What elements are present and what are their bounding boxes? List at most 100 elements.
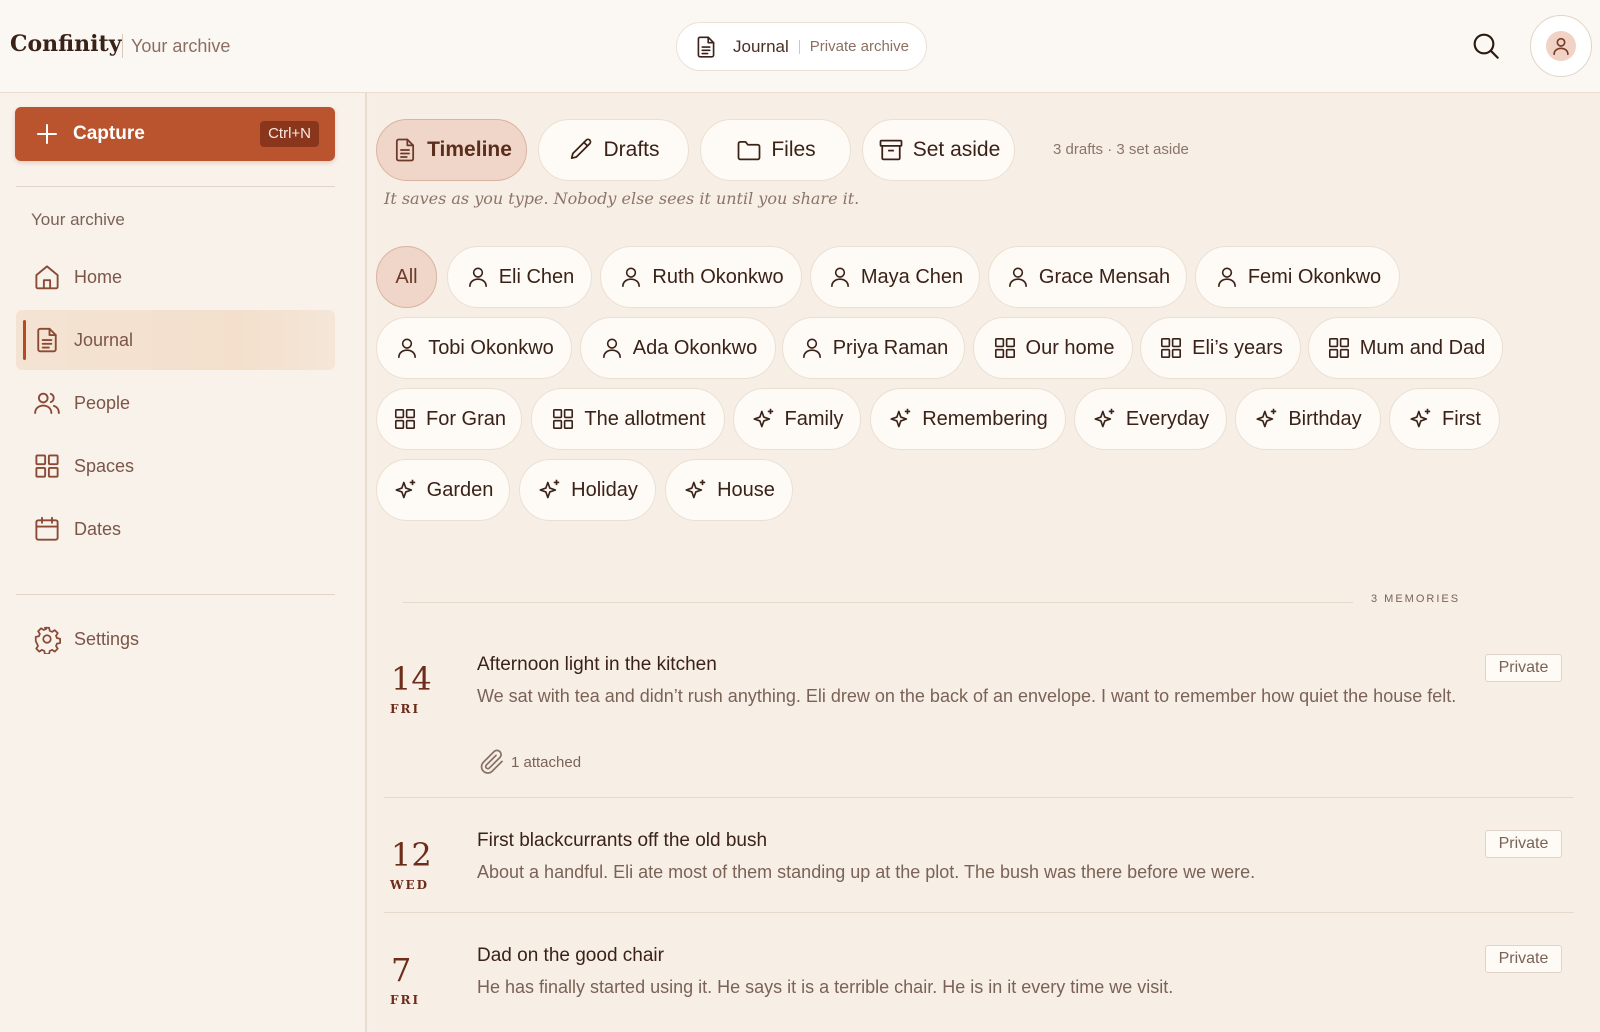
entry-day: 7 <box>391 951 412 989</box>
filter-chip-eli-s-years[interactable]: Eli’s years <box>1140 317 1301 379</box>
sidebar-item-home[interactable]: Home <box>16 247 335 307</box>
filter-chip-maya-chen[interactable]: Maya Chen <box>810 246 980 308</box>
tab-files[interactable]: Files <box>700 119 851 181</box>
tab-timeline[interactable]: Timeline <box>376 119 527 181</box>
filter-chip-label: Eli Chen <box>498 265 575 288</box>
filter-chip-label: Femi Okonkwo <box>1247 265 1382 288</box>
tab-label: Drafts <box>603 138 660 161</box>
document-icon <box>32 325 62 355</box>
filter-chip-our-home[interactable]: Our home <box>973 317 1133 379</box>
filter-chip-garden[interactable]: Garden <box>376 459 510 521</box>
entry-body: We sat with tea and didn’t rush anything… <box>477 686 1457 706</box>
brand-subtitle: Your archive <box>131 36 231 56</box>
filter-chip-label: Garden <box>426 478 494 501</box>
tab-set-aside[interactable]: Set aside <box>862 119 1015 181</box>
filter-chip-label: The allotment <box>584 407 706 430</box>
filter-chip-label: All <box>395 265 418 288</box>
filter-chip-birthday[interactable]: Birthday <box>1235 388 1381 450</box>
people-icon <box>32 388 62 418</box>
plus-icon <box>35 122 59 146</box>
journal-entry[interactable]: 14 FRI Afternoon light in the kitchen We sa… <box>384 654 1574 774</box>
avatar-button[interactable] <box>1530 15 1592 77</box>
filter-chip-label: Ada Okonkwo <box>632 336 758 359</box>
sidebar-item-dates[interactable]: Dates <box>16 499 335 559</box>
sparkle-icon <box>1254 406 1280 432</box>
filter-chip-all[interactable]: All <box>376 246 437 308</box>
entry-title[interactable]: Afternoon light in the kitchen <box>477 654 717 676</box>
filter-chip-holiday[interactable]: Holiday <box>519 459 656 521</box>
journal-entry[interactable]: 7 FRI Dad on the good chair He has finally … <box>384 945 1574 1015</box>
autosave-note: It saves as you type. Nobody else sees i… <box>384 189 860 208</box>
sidebar-item-spaces[interactable]: Spaces <box>16 436 335 496</box>
journal-entry[interactable]: 12 WED First blackcurrants off the old bus… <box>384 830 1574 900</box>
sparkle-icon <box>537 477 563 503</box>
person-icon <box>394 335 420 361</box>
filter-chip-for-gran[interactable]: For Gran <box>376 388 522 450</box>
sidebar-divider <box>16 186 335 187</box>
filter-chip-family[interactable]: Family <box>733 388 861 450</box>
sidebar-item-journal[interactable]: Journal <box>16 310 335 370</box>
sidebar-item-label: People <box>74 392 131 413</box>
sidebar-item-label: Dates <box>74 518 122 539</box>
filter-chip-label: Family <box>784 407 844 430</box>
draft-counts: 3 drafts · 3 set aside <box>1053 141 1189 158</box>
filter-chip-house[interactable]: House <box>665 459 793 521</box>
filter-chip-eli-chen[interactable]: Eli Chen <box>447 246 592 308</box>
memories-divider <box>403 602 1353 603</box>
capture-button[interactable]: Capture Ctrl+N <box>15 107 335 161</box>
filter-chip-label: Ruth Okonkwo <box>652 265 784 288</box>
person-icon <box>1214 264 1240 290</box>
sidebar-item-people[interactable]: People <box>16 373 335 433</box>
filter-chip-tobi-okonkwo[interactable]: Tobi Okonkwo <box>376 317 572 379</box>
privacy-badge: Private <box>1485 654 1562 682</box>
privacy-badge: Private <box>1485 945 1562 973</box>
brand-divider <box>122 34 123 58</box>
filter-chip-label: First <box>1442 407 1481 430</box>
filter-chip-ada-okonkwo[interactable]: Ada Okonkwo <box>580 317 776 379</box>
attachment-count: 1 attached <box>511 753 582 771</box>
entry-title[interactable]: First blackcurrants off the old bush <box>477 830 767 852</box>
filter-chip-femi-okonkwo[interactable]: Femi Okonkwo <box>1195 246 1400 308</box>
sparkle-icon <box>683 477 709 503</box>
shortcut-hint: Ctrl+N <box>260 121 319 147</box>
filter-chip-label: Eli’s years <box>1192 336 1283 359</box>
avatar <box>1546 31 1576 61</box>
filter-chip-priya-raman[interactable]: Priya Raman <box>782 317 965 379</box>
filter-chip-ruth-okonkwo[interactable]: Ruth Okonkwo <box>600 246 802 308</box>
entry-day: 12 <box>391 836 432 874</box>
paperclip-icon <box>477 747 507 777</box>
entry-title[interactable]: Dad on the good chair <box>477 945 664 967</box>
brand-logo[interactable]: Confinity <box>10 31 121 57</box>
calendar-icon <box>32 514 62 544</box>
tab-drafts[interactable]: Drafts <box>538 119 689 181</box>
sparkle-icon <box>1408 406 1434 432</box>
filter-chip-remembering[interactable]: Remembering <box>870 388 1066 450</box>
search-button[interactable] <box>1470 30 1502 62</box>
document-icon <box>391 136 419 164</box>
person-icon <box>465 264 491 290</box>
filter-chip-label: Everyday <box>1125 407 1210 430</box>
grid-icon <box>550 406 576 432</box>
capture-label: Capture <box>73 123 145 144</box>
grid-icon <box>1158 335 1184 361</box>
filter-chip-grace-mensah[interactable]: Grace Mensah <box>988 246 1187 308</box>
attachment-indicator[interactable]: 1 attached <box>477 747 581 777</box>
filter-chip-label: Mum and Dad <box>1359 336 1486 359</box>
main-content: Timeline Drafts Files Set aside 3 drafts · … <box>369 93 1600 1032</box>
entry-divider <box>384 912 1574 913</box>
person-icon <box>1005 264 1031 290</box>
sidebar-item-label: Spaces <box>74 455 135 476</box>
sidebar-item-settings[interactable]: Settings <box>16 609 335 669</box>
pencil-icon <box>567 136 595 164</box>
archive-box-icon <box>877 136 905 164</box>
filter-chip-label: Maya Chen <box>860 265 964 288</box>
person-icon <box>799 335 825 361</box>
grid-icon <box>32 451 62 481</box>
filter-chip-the-allotment[interactable]: The allotment <box>531 388 725 450</box>
filter-chip-first[interactable]: First <box>1389 388 1500 450</box>
filter-chip-mum-and-dad[interactable]: Mum and Dad <box>1308 317 1503 379</box>
filter-chip-everyday[interactable]: Everyday <box>1074 388 1227 450</box>
sparkle-icon <box>1092 406 1118 432</box>
sidebar-section-label: Your archive <box>31 210 125 229</box>
entry-weekday: FRI <box>390 993 421 1007</box>
